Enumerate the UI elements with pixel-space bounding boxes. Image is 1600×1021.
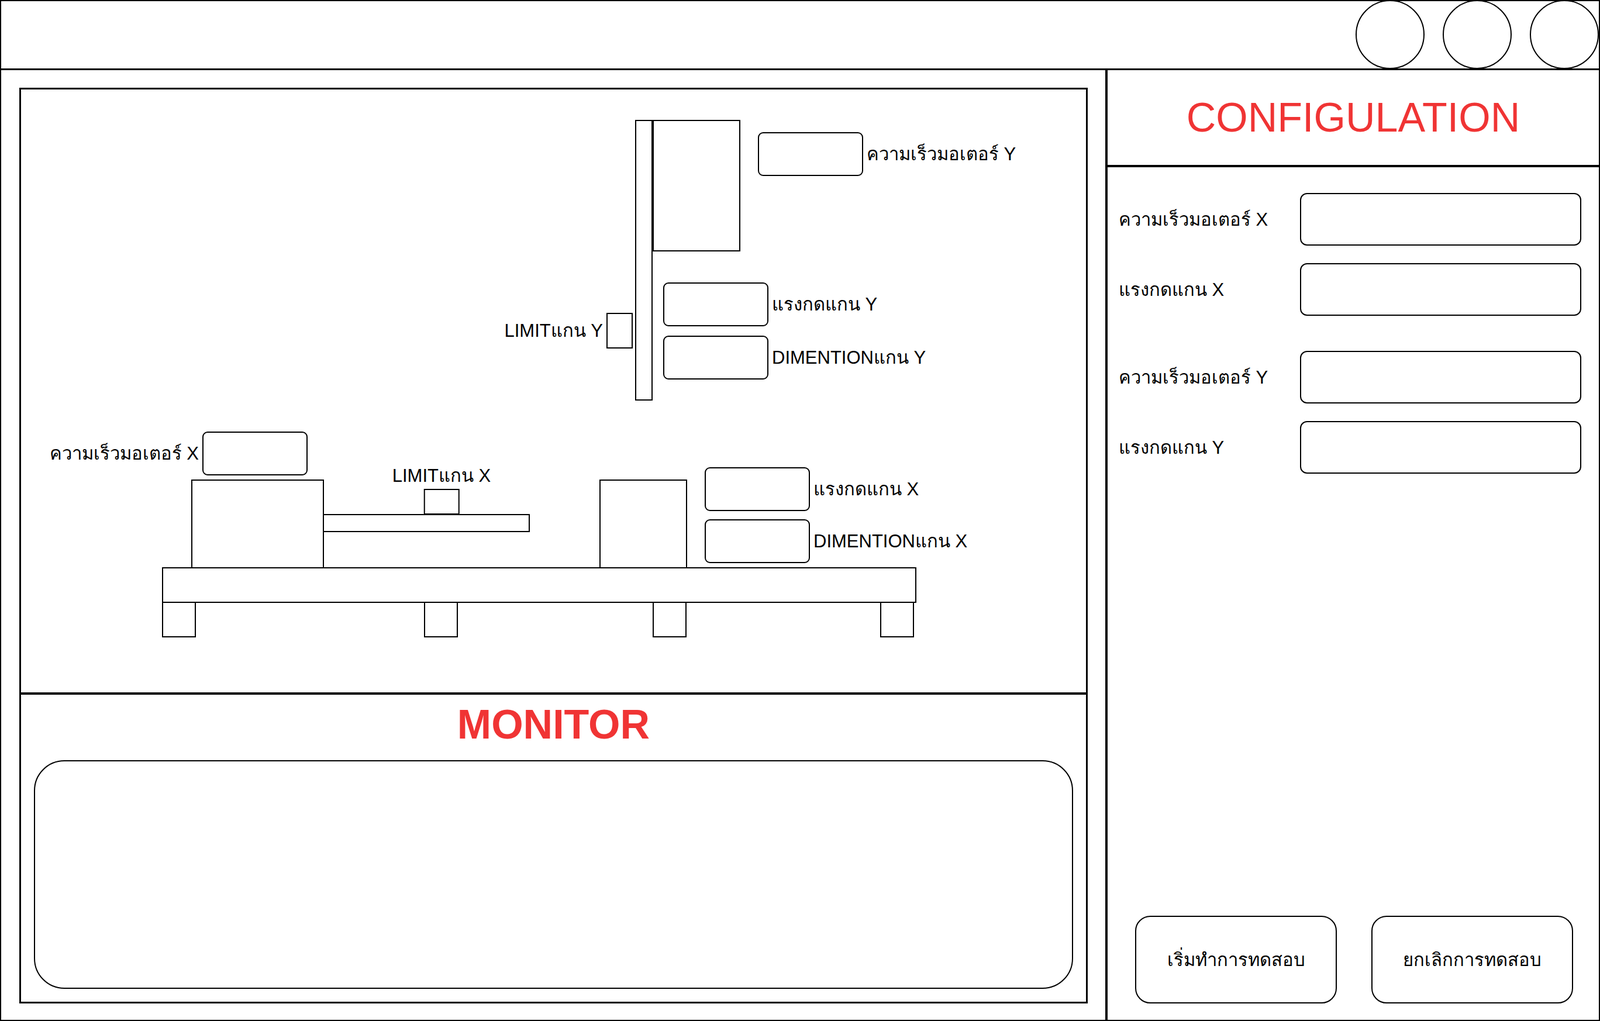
rod-x (322, 514, 530, 533)
table-leg (880, 601, 915, 638)
configuration-label: แรงกดแกน Y (1118, 432, 1300, 462)
configuration-panel: CONFIGULATION ความเร็วมอเตอร์ X แรงกดแกน X… (1105, 70, 1599, 1020)
dimension-x-field: DIMENTIONแกน X (704, 519, 968, 564)
table-leg (161, 601, 196, 638)
limit-x-field: LIMITแกน X (392, 464, 492, 515)
window-control-button[interactable] (1529, 0, 1599, 70)
main-body: ความเร็วมอเตอร์ Y แรงกดแกน Y DIMENTIONแกน … (1, 70, 1599, 1020)
motor-speed-x-field: ความเร็วมอเตอร์ X (49, 431, 308, 476)
table-base (161, 567, 917, 603)
limit-x-label: LIMITแกน X (392, 464, 492, 487)
force-x-box[interactable] (704, 467, 810, 512)
dimension-y-label: DIMENTIONแกน Y (771, 346, 926, 369)
motor-speed-x-label: ความเร็วมอเตอร์ X (49, 442, 199, 465)
motor-speed-y-box[interactable] (757, 132, 864, 177)
force-x-label: แรงกดแกน X (813, 478, 919, 500)
configuration-label: ความเร็วมอเตอร์ X (1118, 204, 1300, 234)
configuration-input[interactable] (1300, 263, 1582, 316)
configuration-row: ความเร็วมอเตอร์ X (1118, 192, 1582, 246)
configuration-input[interactable] (1300, 421, 1582, 474)
limit-y-field: LIMITแกน Y (504, 312, 633, 349)
monitor-title: MONITOR (21, 694, 1086, 761)
title-bar (1, 1, 1599, 71)
force-y-box[interactable] (663, 282, 769, 327)
configuration-row: แรงกดแกน Y (1118, 421, 1582, 474)
machine-frame: ความเร็วมอเตอร์ Y แรงกดแกน Y DIMENTIONแกน … (19, 87, 1088, 1004)
motor-speed-y-field: ความเร็วมอเตอร์ Y (757, 132, 1016, 177)
motor-speed-x-box[interactable] (202, 431, 308, 476)
force-y-field: แรงกดแกน Y (663, 282, 878, 327)
monitor-log[interactable] (33, 760, 1074, 989)
configuration-group: ความเร็วมอเตอร์ Y แรงกดแกน Y (1118, 350, 1582, 474)
limit-switch-x (423, 488, 460, 515)
configuration-input[interactable] (1300, 192, 1582, 246)
machine-diagram: ความเร็วมอเตอร์ Y แรงกดแกน Y DIMENTIONแกน … (21, 89, 1086, 695)
table-leg (652, 601, 687, 638)
configuration-input[interactable] (1300, 350, 1582, 404)
configuration-label: แรงกดแกน X (1118, 274, 1300, 305)
configuration-row: ความเร็วมอเตอร์ Y (1118, 350, 1582, 404)
window-control-button[interactable] (1442, 0, 1512, 70)
limit-switch-y (606, 312, 633, 349)
motor-x (191, 479, 324, 569)
configuration-form: ความเร็วมอเตอร์ Xแรงกดแกน Xความเร็วมอเตอ… (1107, 167, 1599, 474)
window-control-button[interactable] (1355, 0, 1425, 70)
column-y (635, 119, 653, 401)
fixture-block (599, 479, 688, 569)
table-leg (423, 601, 458, 638)
action-button[interactable]: ยกเลิกการทดสอบ (1371, 915, 1574, 1004)
dimension-x-box[interactable] (704, 519, 810, 564)
application-window: ความเร็วมอเตอร์ Y แรงกดแกน Y DIMENTIONแกน … (0, 0, 1600, 1021)
configuration-group: ความเร็วมอเตอร์ X แรงกดแกน X (1118, 192, 1582, 316)
configuration-label: ความเร็วมอเตอร์ Y (1118, 362, 1300, 392)
configuration-row: แรงกดแกน X (1118, 263, 1582, 316)
dimension-x-label: DIMENTIONแกน X (813, 530, 968, 553)
motor-y (652, 119, 741, 252)
configuration-title: CONFIGULATION (1107, 70, 1599, 168)
force-x-field: แรงกดแกน X (704, 467, 919, 512)
force-y-label: แรงกดแกน Y (771, 293, 878, 316)
left-column: ความเร็วมอเตอร์ Y แรงกดแกน Y DIMENTIONแกน … (1, 70, 1106, 1020)
action-button[interactable]: เริ่มทำการทดสอบ (1135, 915, 1337, 1004)
dimension-y-box[interactable] (663, 335, 769, 380)
limit-y-label: LIMITแกน Y (504, 319, 603, 342)
monitor-section: MONITOR (21, 694, 1086, 1002)
button-row: เริ่มทำการทดสอบ ยกเลิกการทดสอบ (1107, 915, 1599, 1020)
dimension-y-field: DIMENTIONแกน Y (663, 335, 926, 380)
motor-speed-y-label: ความเร็วมอเตอร์ Y (866, 143, 1016, 165)
